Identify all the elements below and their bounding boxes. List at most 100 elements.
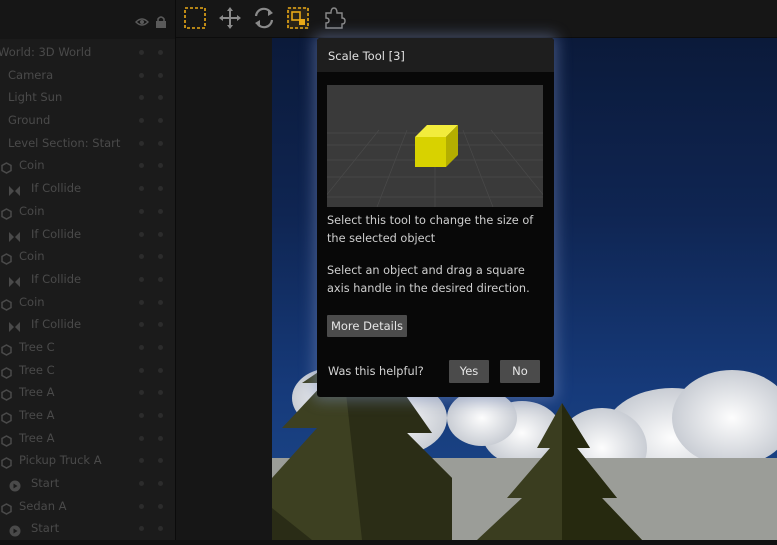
outline-item[interactable]: Camera	[0, 64, 175, 87]
lock-toggle[interactable]	[158, 367, 163, 373]
visibility-toggle[interactable]	[139, 72, 144, 78]
visibility-toggle[interactable]	[139, 186, 144, 192]
outline-item[interactable]: Pickup Truck A	[0, 449, 175, 472]
lock-toggle[interactable]	[158, 481, 163, 487]
hexagon-icon	[1, 386, 12, 402]
outline-item[interactable]: Level Section: Start	[0, 132, 175, 155]
hexagon-icon	[1, 296, 12, 311]
lock-toggle[interactable]	[158, 72, 163, 78]
scale-tool-popup: Scale Tool [3] Select this tool to chang…	[317, 38, 554, 397]
eye-icon[interactable]	[135, 14, 149, 28]
outline-item[interactable]: If Collide	[0, 223, 175, 246]
visibility-toggle[interactable]	[139, 254, 144, 260]
visibility-toggle[interactable]	[139, 140, 144, 146]
outline-item-label: Sedan A	[19, 498, 67, 513]
hexagon-icon	[1, 205, 12, 220]
outline-item-label: If Collide	[31, 181, 82, 196]
visibility-toggle[interactable]	[139, 276, 144, 282]
lock-toggle[interactable]	[158, 299, 163, 305]
outline-item[interactable]: Tree C	[0, 336, 175, 359]
no-button[interactable]: No	[500, 360, 540, 383]
lock-toggle[interactable]	[158, 458, 163, 464]
popup-description-2: Select an object and drag a square axis …	[327, 264, 530, 295]
rotate-tool-icon[interactable]	[251, 5, 277, 31]
outline-item[interactable]: Coin	[0, 154, 175, 177]
visibility-toggle[interactable]	[139, 50, 144, 55]
visibility-toggle[interactable]	[139, 367, 144, 373]
visibility-toggle[interactable]	[139, 299, 144, 305]
lock-toggle[interactable]	[158, 208, 163, 214]
lock-toggle[interactable]	[158, 231, 163, 237]
visibility-toggle[interactable]	[139, 390, 144, 396]
outline-item-label: Start	[31, 521, 60, 536]
outline-item[interactable]: Coin	[0, 291, 175, 314]
select-tool-icon[interactable]	[182, 5, 208, 31]
visibility-toggle[interactable]	[139, 322, 144, 328]
lock-toggle[interactable]	[158, 95, 163, 101]
outline-item-label: Light Sun	[8, 90, 63, 105]
lock-toggle[interactable]	[158, 413, 163, 418]
outline-item-label: Pickup Truck A	[19, 453, 102, 468]
visibility-toggle[interactable]	[139, 526, 144, 532]
lock-toggle[interactable]	[158, 163, 163, 169]
outline-item[interactable]: World: 3D World	[0, 41, 175, 64]
outline-item-label: Coin	[19, 294, 45, 309]
lock-toggle[interactable]	[158, 503, 163, 509]
outline-item[interactable]: Tree A	[0, 404, 175, 427]
visibility-toggle[interactable]	[139, 413, 144, 418]
lock-toggle[interactable]	[158, 254, 163, 260]
hexagon-icon	[1, 409, 12, 424]
move-tool-icon[interactable]	[217, 5, 243, 31]
lock-toggle[interactable]	[158, 50, 163, 55]
lock-toggle[interactable]	[158, 276, 163, 282]
collide-icon	[8, 318, 20, 333]
outline-item[interactable]: Start	[0, 472, 175, 495]
scale-tool-icon[interactable]	[285, 5, 311, 31]
yes-button[interactable]: Yes	[449, 360, 489, 383]
outline-item[interactable]: Sedan A	[0, 495, 175, 518]
outline-item[interactable]: Coin	[0, 245, 175, 268]
lock-toggle[interactable]	[158, 118, 163, 124]
tool-preview-image	[327, 85, 543, 207]
outline-tree: World: 3D World Camera Light Sun Ground Leve…	[0, 41, 175, 540]
visibility-toggle[interactable]	[139, 344, 144, 350]
outline-item-label: Coin	[19, 249, 45, 264]
outline-item[interactable]: Ground	[0, 109, 175, 132]
lock-toggle[interactable]	[158, 140, 163, 146]
lock-toggle[interactable]	[158, 390, 163, 396]
visibility-toggle[interactable]	[139, 503, 144, 509]
visibility-toggle[interactable]	[139, 481, 144, 487]
hexagon-icon	[1, 432, 12, 447]
outline-item[interactable]: Tree A	[0, 381, 175, 404]
outline-item[interactable]: Light Sun	[0, 86, 175, 109]
lock-toggle[interactable]	[158, 435, 163, 441]
lock-toggle[interactable]	[158, 344, 163, 350]
outline-item[interactable]: Start	[0, 517, 175, 540]
lock-toggle[interactable]	[158, 186, 163, 192]
visibility-toggle[interactable]	[139, 458, 144, 464]
yellow-cube	[415, 125, 458, 167]
outline-item[interactable]: If Collide	[0, 268, 175, 291]
outline-item-label: Start	[31, 476, 60, 491]
more-details-button[interactable]: More Details	[327, 315, 407, 337]
outline-item[interactable]: Tree A	[0, 427, 175, 450]
visibility-toggle[interactable]	[139, 208, 144, 214]
lock-toggle[interactable]	[158, 526, 163, 532]
outline-item[interactable]: Coin	[0, 200, 175, 223]
lock-icon[interactable]	[154, 14, 168, 28]
lock-toggle[interactable]	[158, 322, 163, 328]
visibility-toggle[interactable]	[139, 231, 144, 237]
outline-item[interactable]: If Collide	[0, 177, 175, 200]
outline-item[interactable]: Tree C	[0, 359, 175, 382]
outline-panel: World: 3D World Camera Light Sun Ground Leve…	[0, 0, 176, 540]
popup-description-1: Select this tool to change the size of t…	[327, 214, 534, 245]
outline-item[interactable]: If Collide	[0, 313, 175, 336]
visibility-toggle[interactable]	[139, 435, 144, 441]
hexagon-icon	[1, 159, 12, 175]
puzzle-tool-icon[interactable]	[321, 5, 347, 31]
visibility-toggle[interactable]	[139, 95, 144, 101]
visibility-toggle[interactable]	[139, 163, 144, 169]
visibility-toggle[interactable]	[139, 118, 144, 124]
outline-header	[0, 0, 175, 39]
collide-icon	[8, 273, 20, 287]
